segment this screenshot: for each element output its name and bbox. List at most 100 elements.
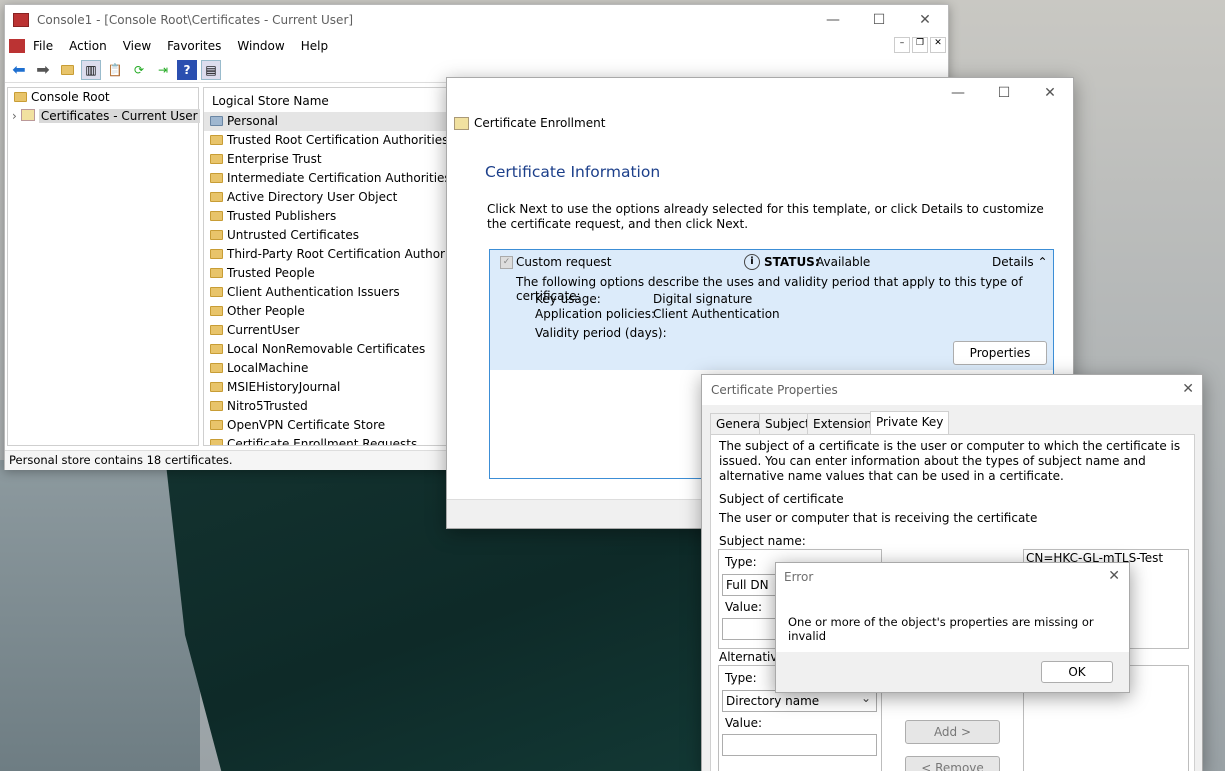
alt-type-label: Type: bbox=[725, 671, 757, 685]
props-close-button[interactable]: ✕ bbox=[1182, 381, 1194, 397]
clipboard-icon[interactable]: 📋 bbox=[105, 60, 125, 80]
store-label: CurrentUser bbox=[227, 323, 300, 337]
type-label: Type: bbox=[725, 555, 757, 569]
status-label: STATUS: bbox=[764, 255, 820, 269]
menu-bar: File Action View Favorites Window Help –… bbox=[5, 35, 948, 57]
remove-button[interactable]: < Remove bbox=[905, 756, 1000, 771]
menu-window[interactable]: Window bbox=[229, 39, 292, 53]
personal-store-icon bbox=[210, 116, 223, 126]
tree-child-label: Certificates - Current User bbox=[38, 109, 200, 123]
error-title: Error bbox=[784, 570, 814, 584]
error-message: One or more of the object's properties a… bbox=[788, 615, 1094, 643]
tree-root-label: Console Root bbox=[31, 90, 110, 104]
folder-icon bbox=[210, 401, 223, 411]
template-item[interactable]: ✓ Custom request i STATUS: Available Det… bbox=[490, 250, 1053, 370]
props-title: Certificate Properties bbox=[711, 383, 838, 397]
menu-file[interactable]: File bbox=[25, 39, 61, 53]
child-restore-button[interactable]: ❐ bbox=[912, 37, 928, 53]
forward-icon[interactable]: ➡ bbox=[33, 60, 53, 80]
wallpaper-water bbox=[0, 460, 200, 771]
store-label: Trusted Root Certification Authorities bbox=[227, 133, 449, 147]
props-intro: The subject of a certificate is the user… bbox=[719, 439, 1181, 483]
template-checkbox[interactable]: ✓ bbox=[500, 256, 513, 269]
refresh-icon[interactable]: ⟳ bbox=[129, 60, 149, 80]
folder-icon bbox=[210, 230, 223, 240]
folder-icon bbox=[210, 268, 223, 278]
close-button[interactable]: ✕ bbox=[902, 5, 948, 35]
store-label: MSIEHistoryJournal bbox=[227, 380, 341, 394]
folder-icon bbox=[210, 344, 223, 354]
tree-console-root[interactable]: Console Root bbox=[8, 88, 198, 107]
store-label: Untrusted Certificates bbox=[227, 228, 359, 242]
store-label: Local NonRemovable Certificates bbox=[227, 342, 426, 356]
template-name: Custom request bbox=[516, 255, 612, 269]
up-folder-icon[interactable] bbox=[57, 60, 77, 80]
menu-action[interactable]: Action bbox=[61, 39, 115, 53]
chevron-up-icon: ⌃ bbox=[1037, 255, 1048, 269]
folder-icon bbox=[210, 173, 223, 183]
app-policies-value: Client Authentication bbox=[653, 307, 780, 321]
menu-help[interactable]: Help bbox=[293, 39, 336, 53]
expand-chevron-icon[interactable]: › bbox=[12, 109, 17, 123]
store-label: Certificate Enrollment Requests bbox=[227, 437, 418, 446]
store-label: LocalMachine bbox=[227, 361, 309, 375]
store-label: Trusted People bbox=[227, 266, 315, 280]
mmc-app-icon bbox=[13, 13, 29, 27]
ok-button[interactable]: OK bbox=[1041, 661, 1113, 683]
add-button[interactable]: Add > bbox=[905, 720, 1000, 744]
folder-icon bbox=[210, 306, 223, 316]
console-icon[interactable] bbox=[9, 39, 25, 53]
subject-subheading: The user or computer that is receiving t… bbox=[719, 511, 1038, 525]
store-label: Personal bbox=[227, 114, 279, 128]
store-label: Trusted Publishers bbox=[227, 209, 337, 223]
store-label: Third-Party Root Certification Authoriti… bbox=[227, 247, 470, 261]
menu-favorites[interactable]: Favorites bbox=[159, 39, 229, 53]
store-label: Client Authentication Issuers bbox=[227, 285, 400, 299]
app-policies-label: Application policies: bbox=[535, 307, 656, 321]
maximize-button[interactable]: ☐ bbox=[856, 5, 902, 35]
enroll-maximize-button[interactable]: ☐ bbox=[981, 78, 1027, 108]
enroll-heading: Certificate Information bbox=[485, 163, 661, 181]
alt-type-dropdown[interactable]: Directory name bbox=[722, 688, 877, 712]
folder-icon bbox=[210, 154, 223, 164]
folder-icon bbox=[210, 135, 223, 145]
folder-icon bbox=[210, 249, 223, 259]
error-close-button[interactable]: ✕ bbox=[1108, 568, 1120, 584]
status-value: Available bbox=[816, 255, 871, 269]
store-label: Intermediate Certification Authorities bbox=[227, 171, 451, 185]
mmc-title-text: Console1 - [Console Root\Certificates - … bbox=[37, 13, 354, 27]
enroll-close-button[interactable]: ✕ bbox=[1027, 78, 1073, 108]
key-usage-label: Key usage: bbox=[535, 292, 601, 306]
tab-private-key[interactable]: Private Key bbox=[870, 411, 950, 435]
subject-name-label: Subject name: bbox=[719, 534, 806, 548]
store-label: Enterprise Trust bbox=[227, 152, 322, 166]
folder-icon bbox=[210, 420, 223, 430]
details-label: Details bbox=[992, 255, 1034, 269]
back-icon[interactable]: ⬅ bbox=[9, 60, 29, 80]
info-icon: i bbox=[744, 254, 760, 270]
store-label: Other People bbox=[227, 304, 305, 318]
menu-view[interactable]: View bbox=[115, 39, 159, 53]
action-pane-icon[interactable]: ▤ bbox=[201, 59, 221, 80]
enroll-intro: Click Next to use the options already se… bbox=[487, 202, 1044, 231]
enroll-minimize-button[interactable]: — bbox=[935, 78, 981, 108]
subject-heading: Subject of certificate bbox=[719, 492, 844, 506]
export-icon[interactable]: ⇥ bbox=[153, 60, 173, 80]
folder-icon bbox=[210, 325, 223, 335]
help-icon[interactable]: ? bbox=[177, 59, 197, 80]
key-usage-value: Digital signature bbox=[653, 292, 753, 306]
properties-button[interactable]: Properties bbox=[953, 341, 1047, 365]
alt-value-input[interactable] bbox=[722, 734, 877, 756]
enroll-title: Certificate Enrollment bbox=[474, 116, 606, 130]
tree-certificates-current-user[interactable]: › Certificates - Current User bbox=[8, 107, 200, 126]
child-close-button[interactable]: ✕ bbox=[930, 37, 946, 53]
folder-icon bbox=[210, 363, 223, 373]
minimize-button[interactable]: — bbox=[810, 5, 856, 35]
child-minimize-button[interactable]: – bbox=[894, 37, 910, 53]
folder-icon bbox=[210, 439, 223, 445]
show-hide-tree-icon[interactable]: ▥ bbox=[81, 59, 101, 80]
folder-icon bbox=[210, 211, 223, 221]
mmc-titlebar: Console1 - [Console Root\Certificates - … bbox=[5, 5, 948, 35]
value-label: Value: bbox=[725, 600, 762, 614]
details-toggle[interactable]: Details ⌃ bbox=[992, 255, 1048, 269]
